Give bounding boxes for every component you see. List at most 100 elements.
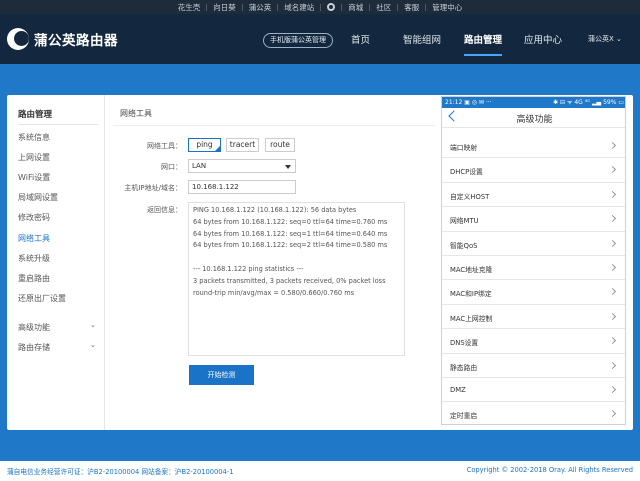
sidebar-group-advanced[interactable]: 高级功能 bbox=[18, 322, 50, 333]
top-link-admin[interactable]: 管理中心 bbox=[426, 2, 468, 13]
section-title: 网络工具 bbox=[120, 109, 152, 118]
phone-list-item[interactable]: DMZ bbox=[442, 378, 625, 403]
chevron-right-icon bbox=[608, 385, 617, 394]
nav-router-management[interactable]: 路由管理 bbox=[464, 32, 503, 56]
sidebar-item-password[interactable]: 修改密码 bbox=[18, 212, 50, 223]
chevron-right-icon bbox=[608, 312, 617, 320]
logo[interactable]: 蒲公英路由器 bbox=[7, 28, 118, 50]
chevron-right-icon bbox=[608, 337, 617, 345]
phone-list-item[interactable]: 网络MTU bbox=[442, 207, 625, 232]
phone-list-label: 自定义HOST bbox=[450, 192, 490, 201]
divider bbox=[320, 3, 322, 11]
chevron-right-icon bbox=[608, 141, 617, 150]
target-input[interactable]: 10.168.1.122 bbox=[188, 180, 296, 194]
port-select-value: LAN bbox=[192, 162, 207, 170]
phone-list-item[interactable]: DNS设置 bbox=[442, 329, 625, 354]
phone-title: 高级功能 bbox=[516, 115, 553, 125]
chevron-right-icon bbox=[608, 215, 617, 223]
phone-header: 高级功能 bbox=[442, 108, 625, 128]
port-select[interactable]: LAN bbox=[188, 159, 296, 173]
footer-copyright: Copyright © 2002-2018 Oray. All Rights R… bbox=[466, 466, 633, 474]
sidebar-item-internet[interactable]: 上网设置 bbox=[18, 152, 50, 163]
sidebar-item-system-info[interactable]: 系统信息 bbox=[18, 132, 50, 143]
mobile-management-button[interactable]: 手机版蒲公英管理 bbox=[263, 33, 333, 48]
phone-list-item[interactable]: 自定义HOST bbox=[442, 183, 625, 208]
phone-list-item[interactable]: MAC上网控制 bbox=[442, 305, 625, 330]
tool-route-button[interactable]: route bbox=[265, 138, 295, 152]
result-textarea[interactable]: PING 10.168.1.122 (10.168.1.122): 56 dat… bbox=[188, 202, 405, 356]
phone-list-label: DHCP设置 bbox=[450, 168, 483, 177]
sidebar-item-factory-reset[interactable]: 还原出厂设置 bbox=[18, 293, 66, 304]
chevron-right-icon bbox=[608, 410, 617, 418]
phone-list-label: 定时重启 bbox=[450, 412, 478, 421]
caret-down-icon bbox=[285, 165, 291, 169]
phone-list-item[interactable]: MAC和IP绑定 bbox=[442, 280, 625, 305]
divider bbox=[18, 124, 98, 125]
tool-ping-button[interactable]: ping bbox=[188, 138, 221, 152]
phone-list-label: 智能QoS bbox=[450, 241, 478, 250]
target-label: 主机IP地址/域名： bbox=[124, 184, 182, 192]
phone-list-label: DNS设置 bbox=[450, 339, 479, 348]
tool-tracert-button[interactable]: tracert bbox=[226, 138, 259, 152]
user-menu[interactable]: 蒲公英X ⌄ bbox=[588, 34, 622, 44]
chevron-right-icon bbox=[608, 263, 617, 272]
top-link-service[interactable]: 客服 bbox=[398, 2, 425, 13]
main-header: 蒲公英路由器 手机版蒲公英管理 首页 智能组网 路由管理 应用中心 蒲公英X ⌄ bbox=[0, 14, 640, 64]
phone-list-item[interactable]: MAC地址克隆 bbox=[442, 256, 625, 281]
sidebar-group-storage[interactable]: 路由存储 bbox=[18, 342, 50, 353]
port-label: 网口： bbox=[161, 163, 182, 171]
start-test-button[interactable]: 开始检测 bbox=[189, 365, 254, 385]
result-line: 64 bytes from 10.168.1.122: seq=1 ttl=64… bbox=[193, 229, 388, 238]
top-link-xiangrikui[interactable]: 向日葵 bbox=[207, 2, 242, 13]
result-line: PING 10.168.1.122 (10.168.1.122): 56 dat… bbox=[193, 206, 357, 214]
pgy-logo-icon bbox=[7, 28, 29, 50]
result-line: round-trip min/avg/max = 0.580/0.660/0.7… bbox=[193, 288, 355, 297]
phone-list-item[interactable]: 端口映射 bbox=[442, 134, 625, 159]
result-line: --- 10.168.1.122 ping statistics --- bbox=[193, 264, 304, 273]
phone-list-item[interactable]: 定时重启 bbox=[442, 402, 625, 424]
sidebar: 路由管理 系统信息 上网设置 WiFi设置 局域网设置 修改密码 网络工具 系统… bbox=[7, 95, 105, 430]
sidebar-item-upgrade[interactable]: 系统升级 bbox=[18, 253, 50, 264]
top-link-domain[interactable]: 域名建站 bbox=[278, 2, 320, 13]
chevron-down-icon[interactable]: ⌄ bbox=[90, 341, 96, 349]
phone-status-left: 21:12 ▣ ◎ ✉ ··· bbox=[445, 99, 492, 106]
tool-label: 网络工具： bbox=[147, 142, 182, 150]
phone-list-item[interactable]: 智能QoS bbox=[442, 232, 625, 256]
nav-home[interactable]: 首页 bbox=[351, 32, 370, 46]
result-line: 64 bytes from 10.168.1.122: seq=2 ttl=64… bbox=[193, 241, 388, 250]
top-link-community[interactable]: 社区 bbox=[370, 2, 397, 13]
result-label: 返回信息： bbox=[147, 206, 182, 214]
nav-smart-network[interactable]: 智能组网 bbox=[403, 32, 441, 46]
top-link-pgy[interactable]: 蒲公英 bbox=[243, 2, 278, 13]
chevron-right-icon bbox=[608, 361, 617, 369]
phone-preview: 21:12 ▣ ◎ ✉ ··· ✱ ⊟ ᯤ 4G ⁴ᴳ ▂▄ 59% ▭ 高级功… bbox=[441, 96, 626, 425]
sidebar-item-lan[interactable]: 局域网设置 bbox=[18, 192, 58, 203]
phone-list-item[interactable]: DHCP设置 bbox=[442, 158, 625, 183]
phone-list-label: MAC和IP绑定 bbox=[450, 290, 492, 299]
top-bar: 花生壳 向日葵 蒲公英 域名建站 商城 社区 客服 管理中心 bbox=[0, 0, 640, 14]
phone-list-label: 端口映射 bbox=[450, 144, 478, 152]
top-links: 花生壳 向日葵 蒲公英 域名建站 商城 社区 客服 管理中心 bbox=[0, 0, 640, 14]
oray-icon[interactable] bbox=[327, 3, 336, 11]
nav-app-center[interactable]: 应用中心 bbox=[524, 32, 562, 46]
phone-list-label: DMZ bbox=[450, 386, 466, 394]
logo-text: 蒲公英路由器 bbox=[34, 33, 118, 49]
phone-list-item[interactable]: 静态路由 bbox=[442, 354, 625, 378]
chevron-right-icon bbox=[608, 239, 617, 247]
phone-list-label: MAC地址克隆 bbox=[450, 266, 493, 274]
divider bbox=[113, 125, 435, 126]
chevron-down-icon[interactable]: ⌄ bbox=[90, 321, 96, 329]
top-link-huashengke[interactable]: 花生壳 bbox=[172, 2, 207, 13]
sidebar-item-wifi[interactable]: WiFi设置 bbox=[18, 172, 50, 183]
result-line bbox=[193, 252, 400, 264]
sidebar-title: 路由管理 bbox=[18, 110, 53, 120]
top-link-shop[interactable]: 商城 bbox=[342, 2, 369, 13]
footer: 蒲自电信业务经营许可证：沪B2-20100004 网站备案：沪B2-201000… bbox=[0, 461, 640, 481]
footer-license[interactable]: 蒲自电信业务经营许可证：沪B2-20100004 网站备案：沪B2-201000… bbox=[7, 466, 233, 476]
phone-list-label: 静态路由 bbox=[450, 363, 478, 372]
sidebar-item-reboot[interactable]: 重启路由 bbox=[18, 273, 50, 284]
phone-status-right: ✱ ⊟ ᯤ 4G ⁴ᴳ ▂▄ 59% ▭ bbox=[553, 99, 624, 106]
result-line: 64 bytes from 10.168.1.122: seq=0 ttl=64… bbox=[193, 217, 388, 226]
sidebar-item-network-tools[interactable]: 网络工具 bbox=[18, 233, 50, 244]
phone-status-bar: 21:12 ▣ ◎ ✉ ··· ✱ ⊟ ᯤ 4G ⁴ᴳ ▂▄ 59% ▭ bbox=[442, 97, 625, 108]
